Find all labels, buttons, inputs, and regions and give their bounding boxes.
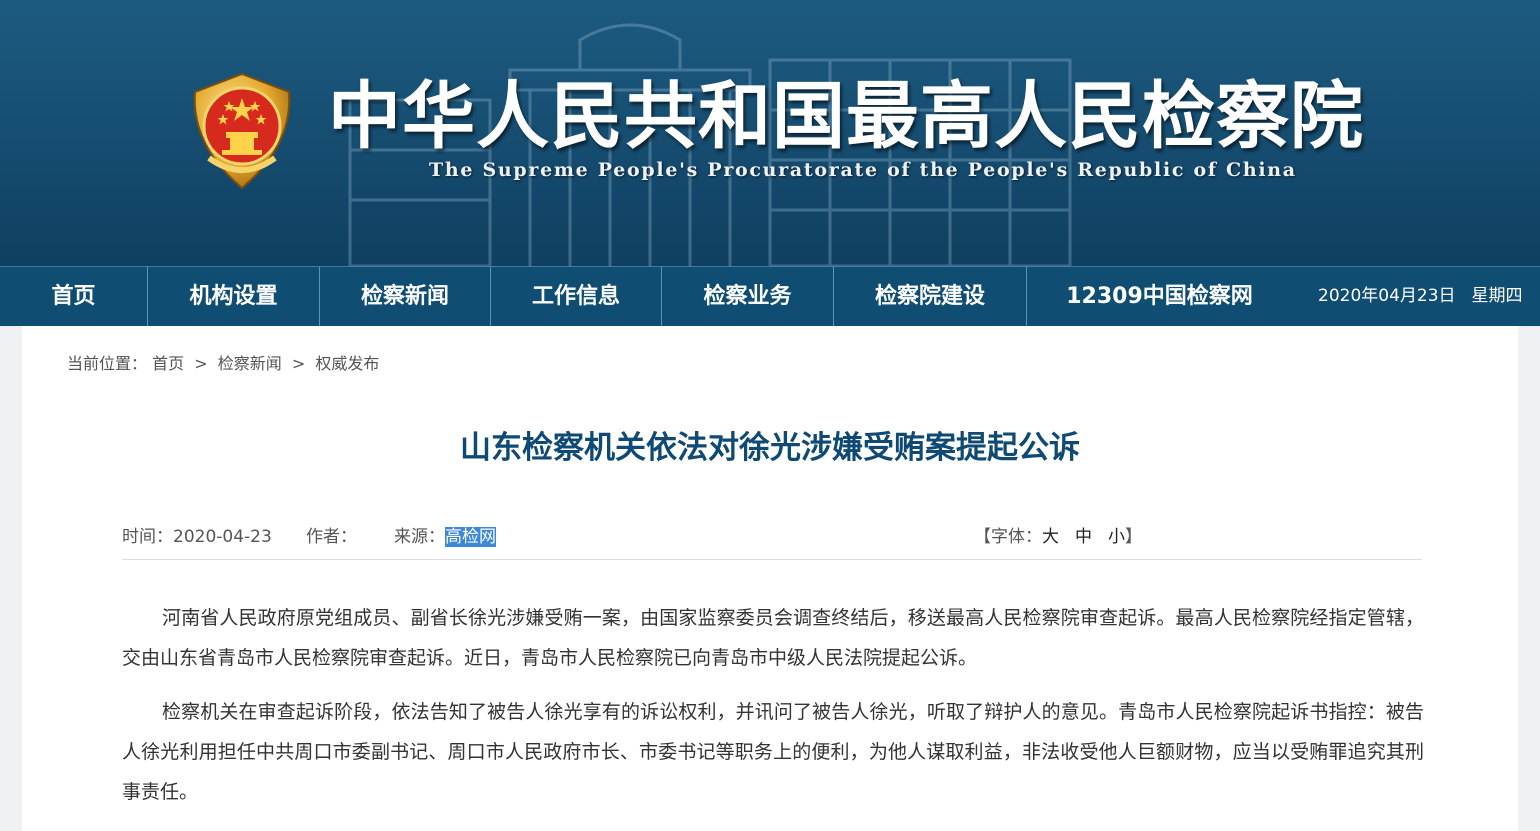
publish-time: 时间：2020-04-23 bbox=[122, 527, 272, 547]
font-size-bracket-end: 】 bbox=[1125, 527, 1142, 547]
weekday-text: 星期四 bbox=[1471, 286, 1523, 306]
author-label: 作者： bbox=[306, 527, 357, 547]
nav-item-organization[interactable]: 机构设置 bbox=[148, 267, 320, 326]
article-title: 山东检察机关依法对徐光涉嫌受贿案提起公诉 bbox=[460, 430, 1080, 466]
breadcrumb-separator: > bbox=[194, 354, 208, 373]
current-date: 2020年04月23日 星期四 bbox=[1300, 267, 1540, 326]
site-subtitle-english: The Supreme People's Procuratorate of th… bbox=[429, 159, 1297, 181]
breadcrumb: 当前位置： 首页 > 检察新闻 > 权威发布 bbox=[67, 352, 379, 376]
header-banner: 中华人民共和国最高人民检察院 The Supreme People's Proc… bbox=[0, 0, 1540, 266]
article-paragraph: 河南省人民政府原党组成员、副省长徐光涉嫌受贿一案，由国家监察委员会调查终结后，移… bbox=[122, 607, 1424, 669]
site-title: 中华人民共和国最高人民检察院 bbox=[328, 73, 1364, 159]
breadcrumb-separator: > bbox=[291, 354, 306, 373]
font-size-control: 【字体：大中小】 bbox=[974, 524, 1142, 550]
font-size-label: 【字体： bbox=[974, 527, 1042, 547]
font-size-large-button[interactable]: 大 bbox=[1042, 527, 1059, 547]
source-label: 来源： bbox=[394, 527, 445, 547]
nav-item-business[interactable]: 检察业务 bbox=[662, 267, 834, 326]
nav-item-work-info[interactable]: 工作信息 bbox=[491, 267, 662, 326]
breadcrumb-link-authoritative[interactable]: 权威发布 bbox=[315, 354, 379, 373]
breadcrumb-link-news[interactable]: 检察新闻 bbox=[218, 354, 282, 373]
meta-divider bbox=[122, 559, 1422, 560]
nav-item-construction[interactable]: 检察院建设 bbox=[834, 267, 1027, 326]
nav-item-home[interactable]: 首页 bbox=[0, 267, 148, 326]
source-value: 高检网 bbox=[445, 527, 496, 547]
breadcrumb-prefix: 当前位置： bbox=[67, 354, 148, 373]
procuratorate-emblem-icon bbox=[193, 72, 291, 190]
nav-item-news[interactable]: 检察新闻 bbox=[320, 267, 491, 326]
nav-item-12309[interactable]: 12309中国检察网 bbox=[1027, 267, 1292, 326]
source: 来源：高检网 bbox=[394, 524, 496, 550]
article-meta: 时间：2020-04-23 作者： 来源：高检网 【字体：大中小】 bbox=[122, 524, 1422, 550]
breadcrumb-link-home[interactable]: 首页 bbox=[152, 354, 184, 373]
content-panel: 当前位置： 首页 > 检察新闻 > 权威发布 山东检察机关依法对徐光涉嫌受贿案提… bbox=[22, 326, 1518, 831]
date-text: 2020年04月23日 bbox=[1318, 286, 1456, 306]
font-size-medium-button[interactable]: 中 bbox=[1075, 527, 1092, 547]
article-paragraph: 检察机关在审查起诉阶段，依法告知了被告人徐光享有的诉讼权利，并讯问了被告人徐光，… bbox=[122, 701, 1424, 803]
main-nav: 首页 机构设置 检察新闻 工作信息 检察业务 检察院建设 12309中国检察网 … bbox=[0, 266, 1540, 326]
font-size-small-button[interactable]: 小 bbox=[1108, 527, 1125, 547]
